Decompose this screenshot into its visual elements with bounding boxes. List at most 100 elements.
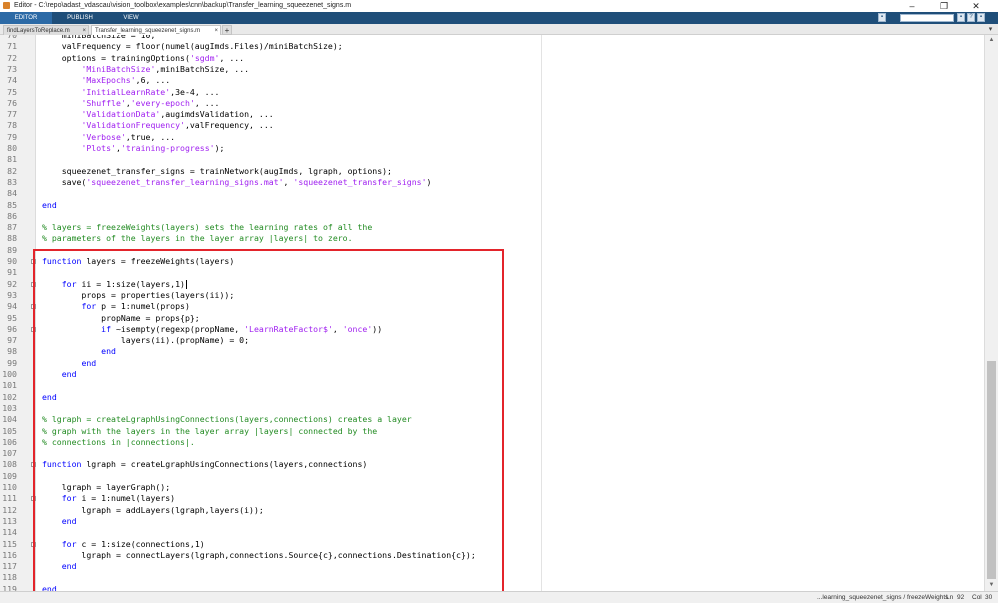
close-window-button[interactable]: ✕ (962, 0, 990, 12)
code-line[interactable]: 91 (0, 267, 984, 278)
comment-token: % layers = freezeWeights(layers) sets th… (42, 222, 373, 233)
line-number: 115 (2, 538, 17, 549)
code-line[interactable]: 87 % layers = freezeWeights(layers) sets … (0, 222, 984, 233)
code-fold-icon[interactable]: - (31, 541, 36, 547)
line-number: 90 (7, 256, 17, 266)
code-text: % connections in |connections|. (42, 437, 195, 448)
code-line[interactable]: 107 (0, 448, 984, 459)
code-fold-icon[interactable]: - (31, 281, 36, 287)
code-line[interactable]: 116 lgraph = connectLayers(lgraph,connec… (0, 550, 984, 561)
code-line[interactable]: 100 end (0, 369, 984, 380)
tab-publish[interactable]: PUBLISH (54, 12, 106, 24)
code-line[interactable]: 106 % connections in |connections|. (0, 437, 984, 448)
code-fold-icon[interactable]: - (31, 326, 36, 332)
code-line[interactable]: 79 'Verbose',true, ... (0, 132, 984, 143)
scrollbar-thumb[interactable] (987, 361, 996, 579)
line-number: 84 (7, 188, 17, 199)
code-line[interactable]: 85 end (0, 200, 984, 211)
keyword-token: end (61, 561, 77, 572)
code-line[interactable]: 110 lgraph = layerGraph(); (0, 482, 984, 493)
code-line[interactable]: 73 'MiniBatchSize',miniBatchSize, ... (0, 64, 984, 75)
code-line[interactable]: 114 (0, 527, 984, 538)
code-fold-icon[interactable]: - (31, 304, 36, 310)
string-token: 'sgdm' (189, 52, 220, 63)
line-number: 92 (7, 278, 17, 289)
add-tab-button[interactable]: + (222, 25, 232, 35)
code-token: ,3e-4, ... (170, 86, 220, 97)
code-line[interactable]: 105 % graph with the layers in the layer … (0, 426, 984, 437)
status-function-path: ...learning_squeezenet_signs / freezeWei… (817, 594, 949, 601)
code-line[interactable]: 97 layers(ii).(propName) = 0; (0, 335, 984, 346)
scroll-down-arrow-icon[interactable]: ▼ (985, 580, 998, 590)
code-line[interactable]: 95 propName = props{p}; (0, 313, 984, 324)
string-token: 'MiniBatchSize' (81, 63, 156, 74)
code-line[interactable]: 81 (0, 154, 984, 165)
tab-view[interactable]: VIEW (108, 12, 154, 24)
code-line[interactable]: 92 - for ii = 1:size(layers,1) (0, 279, 984, 290)
code-text: % layers = freezeWeights(layers) sets th… (42, 222, 372, 233)
code-line[interactable]: 113 end (0, 516, 984, 527)
file-tab-findlayerstoreplace[interactable]: findLayersToReplace.m × (3, 25, 89, 35)
code-line[interactable]: 71 valFrequency = floor(numel(augImds.Fi… (0, 41, 984, 52)
maximize-button[interactable]: ❐ (930, 0, 958, 12)
window-title-bar: Editor - C:\repo\adast_vdascau\vision_to… (0, 0, 998, 12)
vertical-scrollbar[interactable]: ▲ ▼ (984, 35, 998, 591)
code-line[interactable]: 72 options = trainingOptions('sgdm', ... (0, 53, 984, 64)
code-fold-icon[interactable]: - (31, 462, 36, 468)
tab-editor[interactable]: EDITOR (0, 12, 52, 24)
code-line[interactable]: 101 (0, 380, 984, 391)
code-line[interactable]: 94 - for p = 1:numel(props) (0, 301, 984, 312)
line-number: 80 (7, 143, 17, 153)
line-number: 104 (2, 414, 17, 425)
code-fold-icon[interactable]: - (31, 496, 36, 502)
code-line[interactable]: 118 (0, 572, 984, 583)
help-icon[interactable]: ? (967, 13, 975, 22)
code-line[interactable]: 93 props = properties(layers(ii)); (0, 290, 984, 301)
code-token: ii = 1:size(layers,1) (76, 278, 185, 289)
code-line[interactable]: 112 lgraph = addLayers(lgraph,layers(i))… (0, 505, 984, 516)
string-token: 'once' (342, 323, 373, 334)
code-line[interactable]: 115 - for c = 1:size(connections,1) (0, 539, 984, 550)
code-line[interactable]: 78 'ValidationFrequency',valFrequency, .… (0, 120, 984, 131)
code-line[interactable]: 88 % parameters of the layers in the laye… (0, 233, 984, 244)
code-line[interactable]: 74 'MaxEpochs',6, ... (0, 75, 984, 86)
code-line[interactable]: 117 end (0, 561, 984, 572)
minimize-toolstrip-icon[interactable]: ▪ (977, 13, 985, 22)
code-line[interactable]: 109 (0, 471, 984, 482)
code-line[interactable]: 76 'Shuffle','every-epoch', ... (0, 98, 984, 109)
file-tab-transfer-learning[interactable]: Transfer_learning_squeezenet_signs.m × (91, 25, 221, 35)
code-line[interactable]: 99 end (0, 358, 984, 369)
keyword-token: function (42, 256, 82, 266)
code-text: for c = 1:size(connections,1) (42, 539, 205, 550)
code-line[interactable]: 77 'ValidationData',augimdsValidation, .… (0, 109, 984, 120)
search-documentation-input[interactable] (900, 14, 954, 22)
code-line[interactable]: 104 % lgraph = createLgraphUsingConnectio… (0, 414, 984, 425)
line-number: 111 (2, 493, 17, 504)
code-line[interactable]: 108 - function lgraph = createLgraphUsingC… (0, 459, 984, 470)
search-icon[interactable]: ▪ (957, 13, 965, 22)
code-line[interactable]: 86 (0, 211, 984, 222)
line-number: 83 (7, 176, 17, 187)
tab-options-icon[interactable]: ▾ (986, 25, 995, 34)
save-quick-icon[interactable]: ▪ (878, 13, 886, 22)
code-line[interactable]: 96 - if ~isempty(regexp(propName, 'LearnR… (0, 324, 984, 335)
code-line[interactable]: 111 - for i = 1:numel(layers) (0, 493, 984, 504)
code-line[interactable]: 102 end (0, 392, 984, 403)
code-line[interactable]: 89 (0, 245, 984, 256)
code-line[interactable]: 90 - function layers = freezeWeights(layer… (0, 256, 984, 267)
code-line[interactable]: 80 'Plots','training-progress'); (0, 143, 984, 154)
code-line[interactable]: 83 save('squeezenet_transfer_learning_si… (0, 177, 984, 188)
minimize-button[interactable]: – (898, 0, 926, 12)
code-line[interactable]: 103 (0, 403, 984, 414)
code-line[interactable]: 119 end (0, 584, 984, 591)
code-line[interactable]: 82 squeezenet_transfer_signs = trainNetw… (0, 166, 984, 177)
code-line[interactable]: 84 (0, 188, 984, 199)
code-line[interactable]: 98 end (0, 346, 984, 357)
code-line[interactable]: 75 'InitialLearnRate',3e-4, ... (0, 87, 984, 98)
code-editor[interactable]: 70 miniBatchSize = 10; 71 valFrequency = … (0, 35, 984, 591)
scroll-up-arrow-icon[interactable]: ▲ (985, 35, 998, 45)
code-fold-icon[interactable]: - (31, 259, 36, 264)
